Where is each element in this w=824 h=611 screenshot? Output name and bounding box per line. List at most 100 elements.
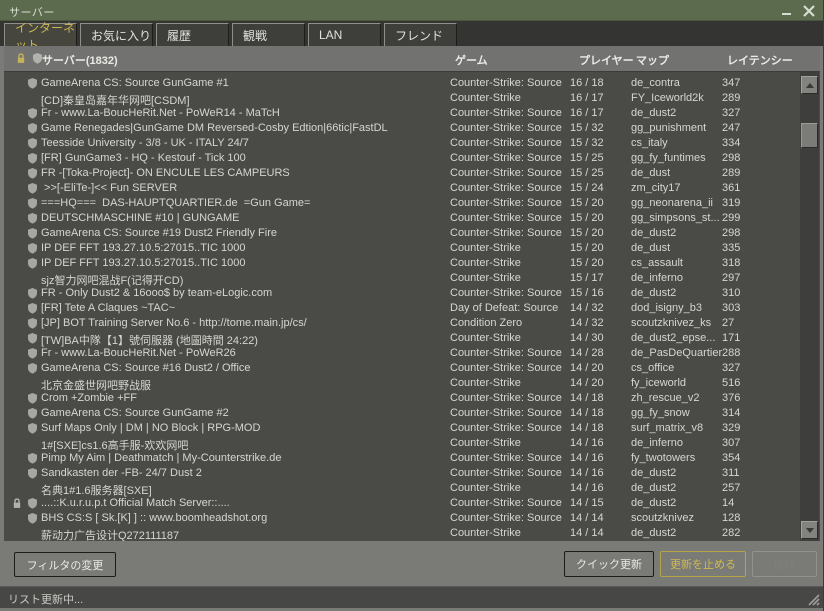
server-row[interactable]: >>[-EliTe-]<< Fun SERVERCounter-Strike: … <box>4 181 799 196</box>
map-cell: de_dust2 <box>631 497 676 509</box>
server-row[interactable]: 1#[SXE]cs1.6高手服-欢欢网吧Counter-Strike14 / 1… <box>4 436 799 451</box>
header-lock-icon[interactable] <box>16 53 26 64</box>
tab-3[interactable]: 履歴 <box>156 23 229 46</box>
vac-shield-icon <box>28 393 37 407</box>
server-row[interactable]: [FR] Tete A Claques ~TAC~Day of Defeat: … <box>4 301 799 316</box>
tab-4[interactable]: 観戦 <box>232 23 305 46</box>
server-row[interactable]: IP DEF FFT 193.27.10.5:27015..TIC 1000 Co… <box>4 241 799 256</box>
server-row[interactable]: BHS CS:S [ Sk.[K] ] :: www.boomheadshot.… <box>4 511 799 526</box>
stop-refresh-button[interactable]: 更新を止める <box>660 551 746 577</box>
players-cell: 14 / 16 <box>570 467 604 479</box>
server-row[interactable]: ....::K.u.r.u.p.t Official Match Server:… <box>4 496 799 511</box>
tab-5[interactable]: LAN <box>308 23 381 46</box>
map-cell: de_contra <box>631 77 680 89</box>
tab-1[interactable]: インターネット <box>4 23 77 47</box>
server-row[interactable]: Teesside University - 3/8 - UK - ITALY 2… <box>4 136 799 151</box>
titlebar: サーバー <box>0 0 824 21</box>
players-cell: 14 / 15 <box>570 497 604 509</box>
map-cell: de_dust2 <box>631 227 676 239</box>
server-row[interactable]: Surf Maps Only | DM | NO Block | RPG-MOD… <box>4 421 799 436</box>
latency-cell: 289 <box>722 167 740 179</box>
map-cell: gg_punishment <box>631 122 706 134</box>
players-cell: 14 / 20 <box>570 362 604 374</box>
game-cell: Counter-Strike: Source <box>450 212 562 224</box>
map-cell: gg_simpsons_st... <box>631 212 720 224</box>
server-row[interactable]: 北京金盛世网吧野战服Counter-Strike14 / 20fy_icewor… <box>4 376 799 391</box>
latency-cell: 376 <box>722 392 740 404</box>
latency-cell: 319 <box>722 197 740 209</box>
tab-2[interactable]: お気に入り <box>80 23 153 46</box>
column-header-players[interactable]: プレイヤー <box>579 52 634 68</box>
players-cell: 15 / 17 <box>570 272 604 284</box>
map-cell: gg_fy_snow <box>631 407 690 419</box>
quick-refresh-button[interactable]: クイック更新 <box>564 551 654 577</box>
server-row[interactable]: GameArena CS: Source GunGame #1Counter-S… <box>4 76 799 91</box>
change-filter-button[interactable]: フィルタの変更 <box>14 552 116 577</box>
server-row[interactable]: Game Renegades|GunGame DM Reversed-Cosby… <box>4 121 799 136</box>
latency-cell: 257 <box>722 482 740 494</box>
game-cell: Counter-Strike: Source <box>450 497 562 509</box>
map-cell: de_inferno <box>631 272 683 284</box>
scroll-down-button[interactable] <box>801 521 818 539</box>
server-row[interactable]: FR - Only Dust2 & 16ooo$ by team-eLogic.… <box>4 286 799 301</box>
connect-button[interactable]: 接続 <box>752 551 817 577</box>
server-row[interactable]: [CD]秦皇岛嘉年华网吧[CSDM]Counter-Strike16 / 17F… <box>4 91 799 106</box>
server-name-cell: GameArena CS: Source #19 Dust2 Friendly … <box>41 227 277 239</box>
game-cell: Counter-Strike <box>450 242 521 254</box>
server-row[interactable]: Pimp My Aim | Deathmatch | My-Counterstr… <box>4 451 799 466</box>
map-cell: cs_italy <box>631 137 668 149</box>
players-cell: 15 / 25 <box>570 167 604 179</box>
scroll-up-button[interactable] <box>801 76 818 94</box>
server-row[interactable]: sjz智力网吧混战F(记得开CD)Counter-Strike15 / 17de… <box>4 271 799 286</box>
players-cell: 15 / 16 <box>570 287 604 299</box>
server-row[interactable]: GameArena CS: Source #19 Dust2 Friendly … <box>4 226 799 241</box>
server-row[interactable]: Crom +Zombie +FFCounter-Strike: Source14… <box>4 391 799 406</box>
server-name-cell: IP DEF FFT 193.27.10.5:27015..TIC 1000 <box>41 242 245 254</box>
server-row[interactable]: [TW]BA中隊【1】號伺服器 (地圖時間 24:22)Counter-Stri… <box>4 331 799 346</box>
latency-cell: 307 <box>722 437 740 449</box>
scrollbar[interactable] <box>800 72 819 541</box>
server-row[interactable]: ===HQ=== DAS-HAUPTQUARTIER.de =Gun Game=… <box>4 196 799 211</box>
latency-cell: 311 <box>722 467 740 479</box>
players-cell: 15 / 20 <box>570 212 604 224</box>
server-row[interactable]: Fr - www.La-BoucHeRit.Net - PoWeR14 - Ma… <box>4 106 799 121</box>
server-name-cell: BHS CS:S [ Sk.[K] ] :: www.boomheadshot.… <box>41 512 267 524</box>
resize-grip-icon[interactable] <box>804 590 820 606</box>
map-cell: de_dust2_epse... <box>631 332 715 344</box>
server-name-cell: Game Renegades|GunGame DM Reversed-Cosby… <box>41 122 388 134</box>
players-cell: 16 / 17 <box>570 107 604 119</box>
latency-cell: 27 <box>722 317 734 329</box>
tab-label: お気に入り <box>91 27 151 44</box>
close-button[interactable] <box>800 0 818 20</box>
status-bar: リスト更新中... <box>0 586 824 608</box>
players-cell: 14 / 28 <box>570 347 604 359</box>
server-row[interactable]: Fr - www.La-BoucHeRit.Net - PoWeR26Count… <box>4 346 799 361</box>
server-name-cell: Crom +Zombie +FF <box>41 392 137 404</box>
server-row[interactable]: 名典1#1.6服务器[SXE]Counter-Strike14 / 16de_d… <box>4 481 799 496</box>
server-row[interactable]: FR -[Toka-Project]- ON ENCULE LES CAMPEU… <box>4 166 799 181</box>
vac-shield-icon <box>28 153 37 167</box>
server-row[interactable]: [JP] BOT Training Server No.6 - http://t… <box>4 316 799 331</box>
column-header-game[interactable]: ゲーム <box>455 52 488 68</box>
server-row[interactable]: 薪动力广告设计Q272111187Counter-Strike14 / 14de… <box>4 526 799 541</box>
players-cell: 14 / 18 <box>570 392 604 404</box>
column-header-server[interactable]: サーバー(1832) <box>42 52 118 68</box>
column-header-latency[interactable]: レイテンシー <box>727 52 793 68</box>
map-cell: gg_fy_funtimes <box>631 152 706 164</box>
latency-cell: 299 <box>722 212 740 224</box>
server-row[interactable]: GameArena CS: Source GunGame #2Counter-S… <box>4 406 799 421</box>
server-row[interactable]: Sandkasten der -FB- 24/7 Dust 2Counter-S… <box>4 466 799 481</box>
server-row[interactable]: DEUTSCHMASCHINE #10 | GUNGAMECounter-Str… <box>4 211 799 226</box>
server-row[interactable]: GameArena CS: Source #16 Dust2 / OfficeC… <box>4 361 799 376</box>
players-cell: 14 / 14 <box>570 527 604 539</box>
close-icon <box>803 5 815 17</box>
scrollbar-thumb[interactable] <box>801 123 818 148</box>
server-row[interactable]: IP DEF FFT 193.27.10.5:27015..TIC 1000Co… <box>4 256 799 271</box>
header-shield-icon[interactable] <box>33 53 42 64</box>
tab-6[interactable]: フレンド <box>384 23 457 46</box>
game-cell: Counter-Strike: Source <box>450 137 562 149</box>
server-row[interactable]: [FR] GunGame3 - HQ - Kestouf - Tick 100C… <box>4 151 799 166</box>
column-header-map[interactable]: マップ <box>636 52 669 68</box>
minimize-button[interactable] <box>778 0 796 20</box>
game-cell: Counter-Strike: Source <box>450 107 562 119</box>
